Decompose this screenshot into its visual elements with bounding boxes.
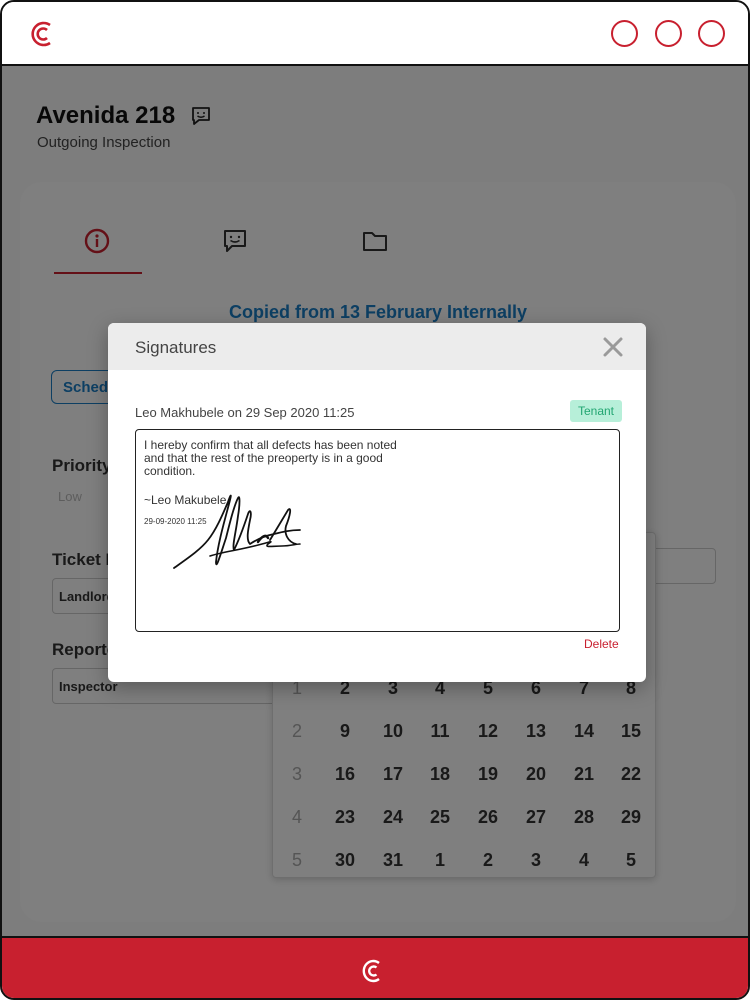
- signature-box: I hereby confirm that all defects has be…: [135, 429, 620, 632]
- footer-bar: [2, 936, 748, 998]
- close-icon[interactable]: [602, 336, 624, 358]
- delete-signature-link[interactable]: Delete: [584, 637, 619, 651]
- signer-meta: Leo Makhubele on 29 Sep 2020 11:25: [135, 405, 355, 420]
- brand-logo-icon: [362, 959, 380, 983]
- top-bar: [2, 2, 748, 66]
- app-window: Avenida 218 Outgoing Inspection: [0, 0, 750, 1000]
- modal-title: Signatures: [135, 338, 217, 357]
- brand-logo-icon: [31, 21, 51, 47]
- handwritten-signature: [173, 494, 301, 569]
- window-control-button[interactable]: [655, 20, 682, 47]
- modal-header: Signatures: [108, 323, 646, 370]
- signature-statement: I hereby confirm that all defects has be…: [144, 438, 397, 478]
- signatures-modal: Signatures Leo Makhubele on 29 Sep 2020 …: [108, 323, 646, 682]
- window-control-button[interactable]: [698, 20, 725, 47]
- window-control-button[interactable]: [611, 20, 638, 47]
- role-badge: Tenant: [570, 400, 622, 422]
